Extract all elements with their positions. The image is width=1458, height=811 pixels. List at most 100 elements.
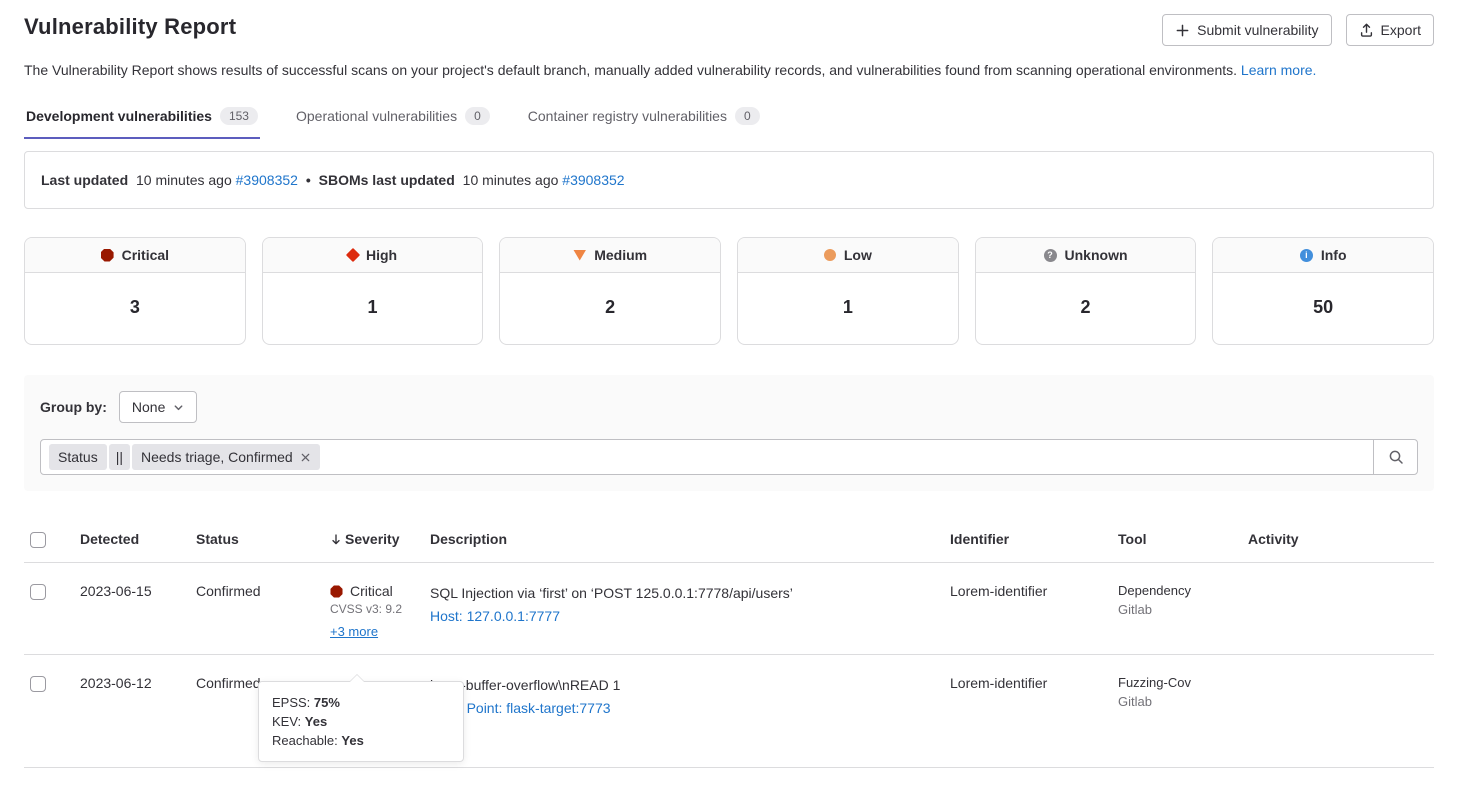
description-text: The Vulnerability Report shows results o… bbox=[24, 62, 1237, 78]
filtered-search-bar[interactable]: Status || Needs triage, Confirmed bbox=[40, 439, 1418, 475]
row-tool-vendor: Gitlab bbox=[1118, 694, 1240, 709]
remove-filter-icon[interactable] bbox=[300, 452, 311, 463]
search-button[interactable] bbox=[1373, 440, 1417, 474]
row-tool-cell: Fuzzing-Cov Gitlab bbox=[1118, 655, 1248, 709]
last-updated-banner: Last updated 10 minutes ago #3908352 • S… bbox=[24, 151, 1434, 209]
chevron-down-icon bbox=[173, 402, 184, 413]
severity-card-medium[interactable]: Medium 2 bbox=[499, 237, 721, 345]
row-severity-cell: Critical CVSS v3: 9.2 +3 more bbox=[330, 563, 430, 639]
vulnerability-row: 2023-06-15 Confirmed Critical CVSS v3: 9… bbox=[24, 563, 1434, 655]
last-updated-label: Last updated bbox=[41, 172, 128, 188]
row-description[interactable]: heap-buffer-overflow\nREAD 1 bbox=[430, 675, 942, 695]
row-identifier: Lorem-identifier bbox=[950, 655, 1118, 691]
row-host-link[interactable]: Host: 127.0.0.1:7777 bbox=[430, 608, 560, 624]
group-by-value: None bbox=[132, 399, 165, 415]
vulnerability-tabs: Development vulnerabilities 153 Operatio… bbox=[24, 107, 1434, 139]
severity-more-link[interactable]: +3 more bbox=[330, 624, 378, 639]
export-label: Export bbox=[1381, 22, 1421, 38]
severity-high-icon bbox=[346, 248, 360, 262]
row-checkbox[interactable] bbox=[30, 676, 46, 692]
table-header-row: Detected Status Severity Description Ide… bbox=[24, 517, 1434, 563]
severity-card-info[interactable]: i Info 50 bbox=[1212, 237, 1434, 345]
severity-card-high[interactable]: High 1 bbox=[262, 237, 484, 345]
row-severity-label: Critical bbox=[350, 583, 393, 599]
column-header-activity: Activity bbox=[1248, 517, 1434, 561]
severity-critical-icon bbox=[330, 585, 342, 597]
upload-icon bbox=[1359, 23, 1374, 38]
severity-card-label: High bbox=[366, 247, 397, 263]
severity-low-icon bbox=[824, 249, 836, 261]
severity-card-low[interactable]: Low 1 bbox=[737, 237, 959, 345]
column-header-status: Status bbox=[196, 517, 330, 561]
row-status: Confirmed bbox=[196, 563, 330, 599]
tooltip-epss-value: 75% bbox=[314, 695, 340, 710]
sort-descending-icon bbox=[330, 533, 342, 546]
row-cvss-score: CVSS v3: 9.2 bbox=[330, 602, 422, 616]
vulnerability-row: 2023-06-12 Confirmed +4 more heap-buffer… bbox=[24, 655, 1434, 768]
page-title: Vulnerability Report bbox=[24, 14, 236, 40]
pipeline-link[interactable]: #3908352 bbox=[236, 172, 298, 188]
row-tool: Fuzzing-Cov bbox=[1118, 675, 1240, 690]
page-description: The Vulnerability Report shows results o… bbox=[24, 60, 1384, 81]
filter-token-name[interactable]: Status bbox=[49, 444, 107, 470]
plus-icon bbox=[1175, 23, 1190, 38]
filter-token-value[interactable]: Needs triage, Confirmed bbox=[132, 444, 320, 470]
row-tool-vendor: Gitlab bbox=[1118, 602, 1240, 617]
severity-card-count: 50 bbox=[1213, 273, 1433, 344]
severity-summary-cards: Critical 3 High 1 Medium 2 Low 1 bbox=[24, 237, 1434, 345]
severity-card-count: 3 bbox=[25, 273, 245, 344]
tooltip-kev-row: KEV: Yes bbox=[272, 712, 450, 731]
sbom-last-updated-time: 10 minutes ago bbox=[463, 172, 559, 188]
tab-count-badge: 0 bbox=[735, 107, 760, 125]
vulnerability-table: Detected Status Severity Description Ide… bbox=[24, 517, 1434, 768]
row-checkbox[interactable] bbox=[30, 584, 46, 600]
severity-card-label: Unknown bbox=[1065, 247, 1128, 263]
row-description[interactable]: SQL Injection via ‘first’ on ‘POST 125.0… bbox=[430, 583, 942, 603]
learn-more-link[interactable]: Learn more. bbox=[1241, 62, 1316, 78]
severity-details-tooltip: EPSS: 75% KEV: Yes Reachable: Yes bbox=[258, 681, 464, 762]
tab-label: Development vulnerabilities bbox=[26, 108, 212, 124]
severity-card-count: 2 bbox=[976, 273, 1196, 344]
sbom-pipeline-link[interactable]: #3908352 bbox=[562, 172, 624, 188]
severity-card-count: 1 bbox=[263, 273, 483, 344]
separator-dot: • bbox=[306, 172, 311, 188]
severity-card-critical[interactable]: Critical 3 bbox=[24, 237, 246, 345]
select-all-checkbox[interactable] bbox=[30, 532, 46, 548]
tooltip-epss-row: EPSS: 75% bbox=[272, 693, 450, 712]
filter-token-operator[interactable]: || bbox=[109, 444, 130, 470]
group-by-dropdown[interactable]: None bbox=[119, 391, 197, 423]
tooltip-reachable-row: Reachable: Yes bbox=[272, 731, 450, 750]
tab-container-registry-vulnerabilities[interactable]: Container registry vulnerabilities 0 bbox=[526, 107, 762, 139]
severity-card-count: 2 bbox=[500, 273, 720, 344]
column-header-detected[interactable]: Detected bbox=[80, 517, 196, 561]
row-tool: Dependency bbox=[1118, 583, 1240, 598]
export-button[interactable]: Export bbox=[1346, 14, 1434, 46]
severity-card-count: 1 bbox=[738, 273, 958, 344]
tab-development-vulnerabilities[interactable]: Development vulnerabilities 153 bbox=[24, 107, 260, 139]
column-header-severity[interactable]: Severity bbox=[330, 517, 430, 561]
vulnerability-report-page: Vulnerability Report Submit vulnerabilit… bbox=[0, 0, 1458, 768]
row-activity bbox=[1248, 563, 1434, 583]
severity-unknown-icon: ? bbox=[1044, 249, 1057, 262]
column-header-description: Description bbox=[430, 517, 950, 561]
tab-count-badge: 0 bbox=[465, 107, 490, 125]
row-detected: 2023-06-15 bbox=[80, 563, 196, 599]
severity-card-label: Low bbox=[844, 247, 872, 263]
filter-panel: Group by: None Status || Needs triage, C… bbox=[24, 375, 1434, 491]
severity-critical-icon bbox=[101, 249, 114, 262]
row-detected: 2023-06-12 bbox=[80, 655, 196, 691]
header-actions: Submit vulnerability Export bbox=[1162, 14, 1434, 46]
severity-card-unknown[interactable]: ? Unknown 2 bbox=[975, 237, 1197, 345]
row-description-cell: heap-buffer-overflow\nREAD 1 Entry Point… bbox=[430, 655, 950, 716]
submit-vulnerability-button[interactable]: Submit vulnerability bbox=[1162, 14, 1331, 46]
column-header-tool: Tool bbox=[1118, 517, 1248, 561]
submit-vulnerability-label: Submit vulnerability bbox=[1197, 22, 1318, 38]
row-description-cell: SQL Injection via ‘first’ on ‘POST 125.0… bbox=[430, 563, 950, 624]
tab-operational-vulnerabilities[interactable]: Operational vulnerabilities 0 bbox=[294, 107, 492, 139]
row-identifier: Lorem-identifier bbox=[950, 563, 1118, 599]
severity-card-label: Medium bbox=[594, 247, 647, 263]
row-activity bbox=[1248, 655, 1434, 675]
column-header-identifier: Identifier bbox=[950, 517, 1118, 561]
tab-label: Operational vulnerabilities bbox=[296, 108, 457, 124]
severity-card-label: Critical bbox=[122, 247, 169, 263]
